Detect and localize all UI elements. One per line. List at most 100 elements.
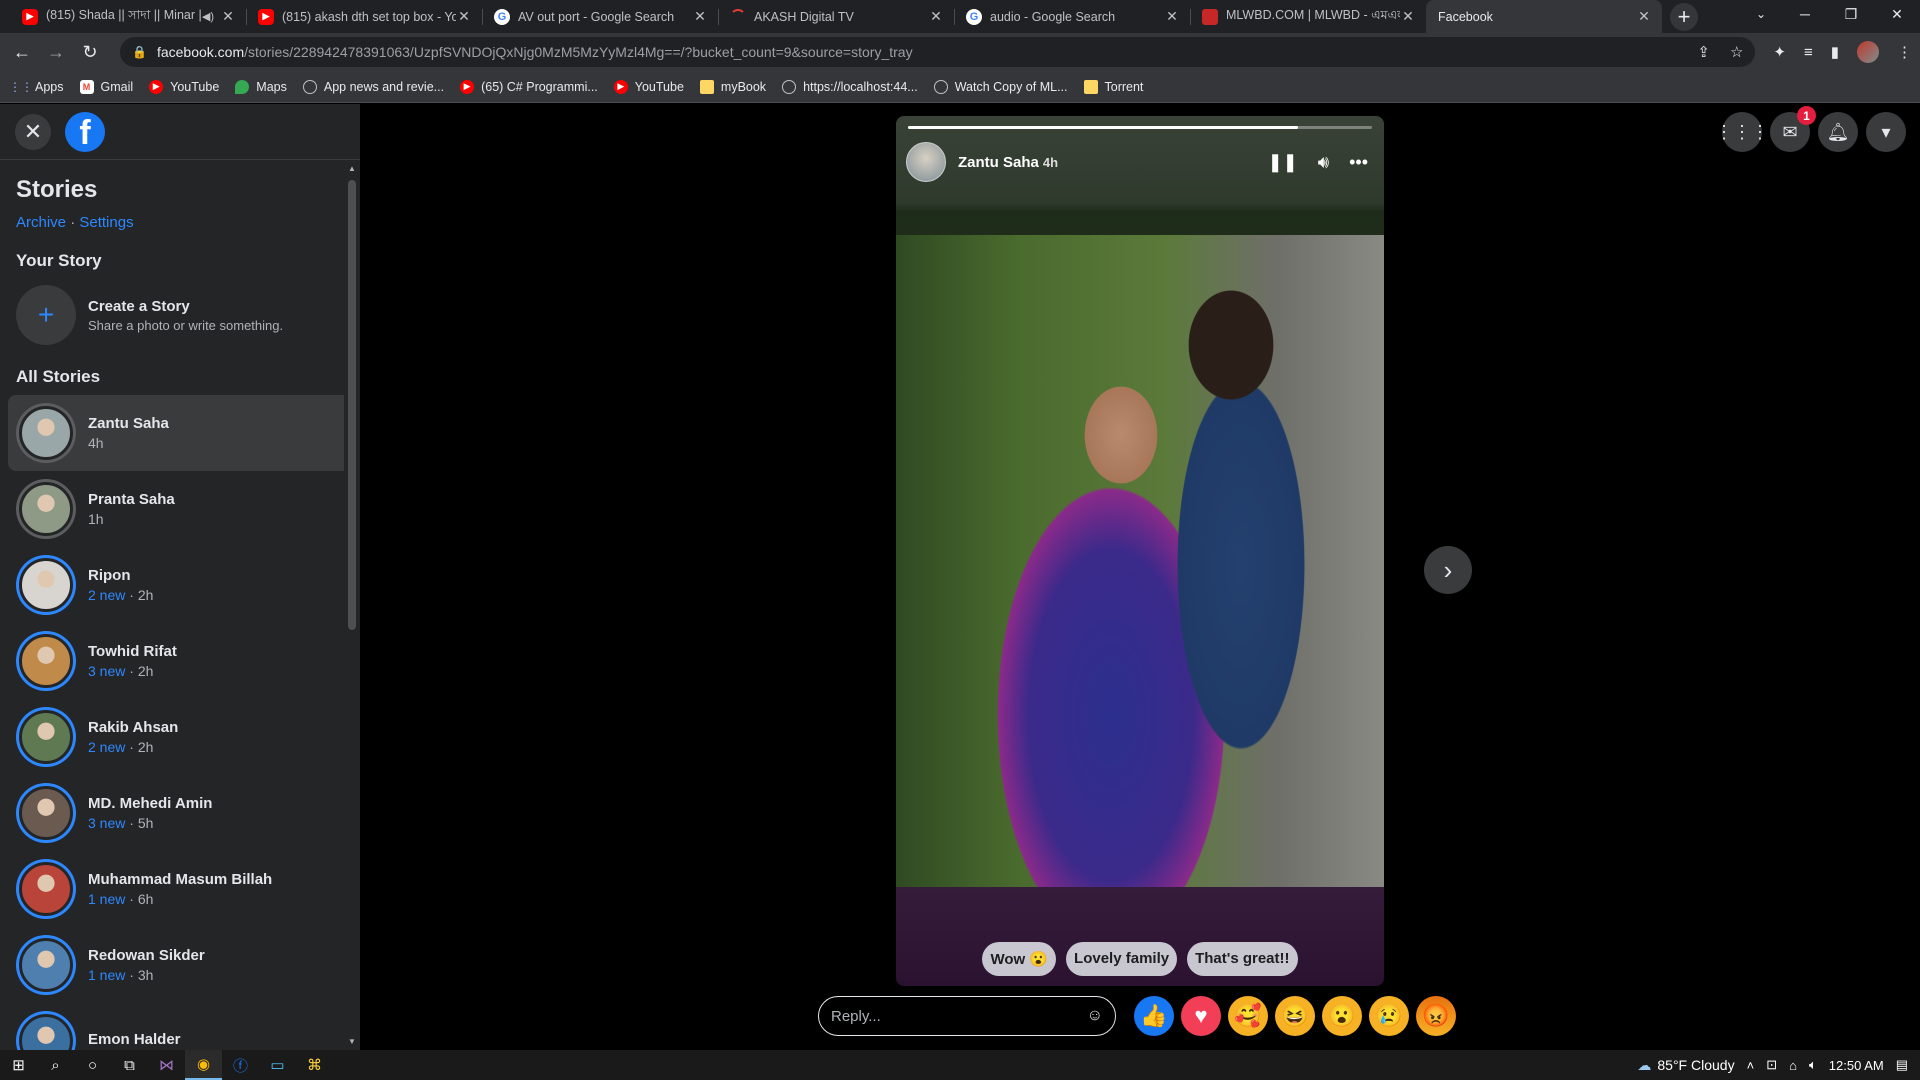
cortana-icon[interactable]: ○ xyxy=(74,1050,111,1080)
story-list-item[interactable]: MD. Mehedi Amin 3 new · 5h xyxy=(8,775,352,851)
story-list-item[interactable]: Zantu Saha 4h xyxy=(8,395,352,471)
story-list-item[interactable]: Redowan Sikder 1 new · 3h xyxy=(8,927,352,1003)
address-bar[interactable]: 🔒 facebook.com/stories/228942478391063/U… xyxy=(120,37,1756,67)
bookmark-item[interactable]: ▶ YouTube xyxy=(613,79,684,94)
notifications-icon[interactable]: ▤ xyxy=(1896,1057,1908,1073)
care-reaction-icon[interactable]: 🥰 xyxy=(1228,996,1268,1036)
angry-reaction-icon[interactable]: 😡 xyxy=(1416,996,1456,1036)
tab-search-icon[interactable]: ⌄ xyxy=(1738,0,1784,28)
bookmark-item[interactable]: ▶ YouTube xyxy=(149,79,219,94)
close-tab-icon[interactable]: ✕ xyxy=(928,8,944,25)
new-tab-button[interactable]: + xyxy=(1670,3,1698,31)
wifi-icon[interactable]: ⌂ xyxy=(1789,1058,1797,1073)
bookmark-item[interactable]: ⋮⋮ Apps xyxy=(9,80,64,94)
windows-start-icon[interactable]: ⊞ xyxy=(0,1050,37,1080)
quick-reply-chip[interactable]: That's great!! xyxy=(1187,942,1298,976)
share-icon[interactable]: ⇪ xyxy=(1697,43,1710,61)
visual-studio-icon[interactable]: ⋈ xyxy=(148,1050,185,1080)
close-tab-icon[interactable]: ✕ xyxy=(1400,8,1416,25)
story-viewer[interactable]: Zantu Saha 4h ❚❚ 🔊︎ ••• Wow 😮 Lovely fami… xyxy=(896,116,1384,986)
sad-reaction-icon[interactable]: 😢 xyxy=(1369,996,1409,1036)
browser-tab[interactable]: AKASH Digital TV ✕ xyxy=(718,0,954,33)
notifications-bell-icon[interactable]: 🔔︎ xyxy=(1818,112,1858,152)
scrollbar-thumb[interactable] xyxy=(348,180,356,630)
remote-desktop-icon[interactable]: ▭ xyxy=(259,1050,296,1080)
close-tab-icon[interactable]: ✕ xyxy=(220,8,236,25)
facebook-app-icon[interactable]: ⓕ xyxy=(222,1050,259,1080)
reply-field[interactable]: ☺ xyxy=(818,996,1116,1036)
author-avatar[interactable] xyxy=(906,142,946,182)
sidebar-scrollbar[interactable]: ▲ ▼ xyxy=(344,160,360,1050)
love-reaction-icon[interactable]: ♥ xyxy=(1181,996,1221,1036)
bookmark-item[interactable]: App news and revie... xyxy=(302,79,444,94)
menu-grid-icon[interactable]: ⋮⋮⋮ xyxy=(1715,112,1769,152)
browser-tab[interactable]: fFacebook✕ xyxy=(1426,0,1662,120)
haha-reaction-icon[interactable]: 😆 xyxy=(1275,996,1315,1036)
scroll-down-icon[interactable]: ▼ xyxy=(348,1037,356,1046)
story-list-item[interactable]: Emon Halder xyxy=(8,1003,352,1050)
chevron-up-icon[interactable]: ˄ xyxy=(1747,1058,1755,1073)
extensions-icon[interactable]: ✦ xyxy=(1773,43,1786,61)
bookmark-item[interactable]: Watch Copy of ML... xyxy=(933,79,1068,94)
close-tab-icon[interactable]: ✕ xyxy=(1164,8,1180,25)
create-story-button[interactable]: + Create a Story Share a photo or write … xyxy=(16,285,360,345)
settings-link[interactable]: Settings xyxy=(79,214,133,231)
more-options-icon[interactable]: ••• xyxy=(1349,152,1368,173)
story-list-item[interactable]: Pranta Saha 1h xyxy=(8,471,352,547)
wow-reaction-icon[interactable]: 😮 xyxy=(1322,996,1362,1036)
browser-tab[interactable]: Gaudio - Google Search ✕ xyxy=(954,0,1190,33)
close-icon[interactable]: ✕ xyxy=(15,113,51,150)
search-icon[interactable]: ⌕ xyxy=(37,1050,74,1080)
clock[interactable]: 12:50 AM xyxy=(1829,1058,1884,1073)
archive-link[interactable]: Archive xyxy=(16,214,66,231)
bookmark-item[interactable]: myBook xyxy=(699,79,766,94)
restore-button[interactable]: ❐ xyxy=(1828,0,1874,30)
account-dropdown-icon[interactable]: ▾ xyxy=(1866,112,1906,152)
story-list-item[interactable]: Muhammad Masum Billah 1 new · 6h xyxy=(8,851,352,927)
volume-icon[interactable]: 🔊︎ xyxy=(1318,152,1329,173)
reply-input[interactable] xyxy=(831,1007,1087,1025)
media-control-icon[interactable]: ≡ xyxy=(1804,44,1813,61)
scroll-up-icon[interactable]: ▲ xyxy=(348,164,356,173)
facebook-logo[interactable]: f xyxy=(65,111,105,152)
messenger-icon[interactable]: ✉ 1 xyxy=(1770,106,1816,152)
bookmark-item[interactable]: M Gmail xyxy=(79,79,133,94)
close-tab-icon[interactable]: ✕ xyxy=(692,8,708,25)
side-panel-icon[interactable]: ▮ xyxy=(1831,43,1839,61)
close-tab-icon[interactable]: ✕ xyxy=(456,8,472,25)
quick-reply-chip[interactable]: Wow 😮 xyxy=(982,942,1057,976)
close-tab-icon[interactable]: ✕ xyxy=(1636,8,1652,25)
lock-icon[interactable]: 🔒 xyxy=(132,45,147,59)
bookmark-item[interactable]: https://localhost:44... xyxy=(782,79,918,94)
forward-arrow-icon[interactable]: → xyxy=(42,38,70,66)
task-view-icon[interactable]: ⧉ xyxy=(111,1050,148,1080)
menu-icon[interactable]: ⋮ xyxy=(1897,43,1912,61)
bookmark-item[interactable]: Torrent xyxy=(1083,79,1143,94)
browser-tab[interactable]: ▶ (815) akash dth set top box - Yo ✕ xyxy=(246,0,482,33)
browser-tab[interactable]: MLWBD.COM | MLWBD - এমএল ✕ xyxy=(1190,0,1426,33)
pause-icon[interactable]: ❚❚ xyxy=(1268,152,1298,173)
browser-tab[interactable]: G AV out port - Google Search ✕ xyxy=(482,0,718,33)
speaker-icon[interactable]: 🔈︎ xyxy=(1809,1057,1817,1073)
quick-reply-chip[interactable]: Lovely family xyxy=(1066,942,1178,976)
plus-icon[interactable]: + xyxy=(16,285,76,345)
next-story-button[interactable]: › xyxy=(1424,546,1472,594)
like-reaction-icon[interactable]: 👍 xyxy=(1134,996,1174,1036)
bookmark-item[interactable]: ▶ (65) C# Programmi... xyxy=(460,79,598,94)
story-list-item[interactable]: Towhid Rifat 3 new · 2h xyxy=(8,623,352,699)
tab-audio-icon[interactable]: ◀) xyxy=(202,10,214,23)
minimize-button[interactable]: ─ xyxy=(1782,0,1828,30)
story-list-item[interactable]: Ripon 2 new · 2h xyxy=(8,547,352,623)
profile-avatar[interactable] xyxy=(1857,41,1879,63)
bookmark-star-icon[interactable]: ☆ xyxy=(1730,43,1743,61)
chrome-icon[interactable]: ◉ xyxy=(185,1050,222,1080)
author-name[interactable]: Zantu Saha xyxy=(958,154,1039,171)
bookmark-item[interactable]: Maps xyxy=(235,79,287,94)
weather-widget[interactable]: ☁ 85°F Cloudy xyxy=(1637,1057,1734,1074)
python-icon[interactable]: ⌘ xyxy=(296,1050,333,1080)
browser-tab[interactable]: ▶ (815) Shada || সাদা || Minar | ◀) ✕ xyxy=(10,0,246,33)
close-window-button[interactable]: ✕ xyxy=(1874,0,1920,30)
story-list-item[interactable]: Rakib Ahsan 2 new · 2h xyxy=(8,699,352,775)
reload-icon[interactable]: ↻ xyxy=(76,38,104,66)
sticker-icon[interactable]: ☺ xyxy=(1087,1007,1103,1025)
